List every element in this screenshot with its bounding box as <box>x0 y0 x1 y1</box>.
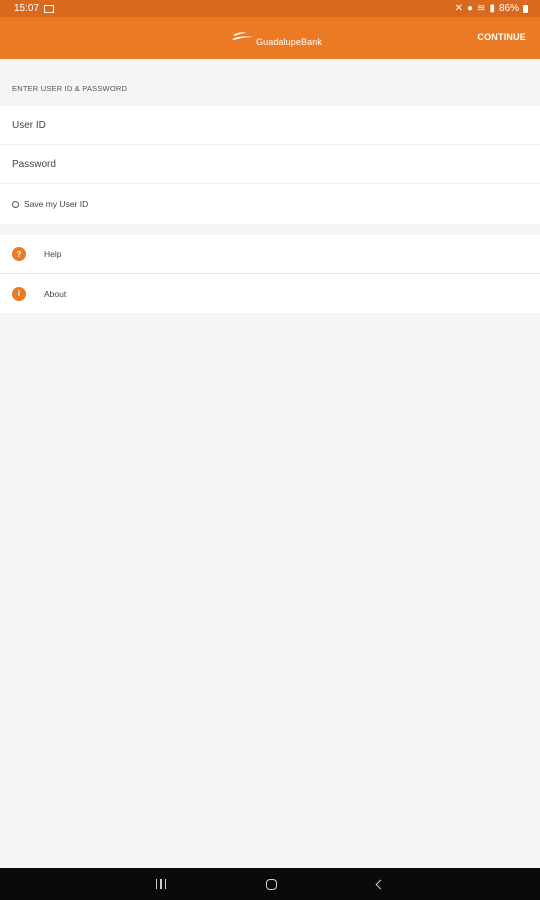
recents-button[interactable] <box>155 879 167 889</box>
system-nav-bar <box>0 868 540 900</box>
image-notification-icon <box>44 4 55 13</box>
login-form: Save my User ID <box>0 106 540 224</box>
menu-item-help[interactable]: ? Help <box>0 235 540 274</box>
wifi-icon: ≋ <box>477 3 486 14</box>
save-user-id-label: Save my User ID <box>24 199 89 209</box>
section-label: ENTER USER ID & PASSWORD <box>12 84 128 93</box>
location-icon: ● <box>467 3 474 14</box>
battery-icon <box>523 4 528 13</box>
home-icon <box>266 878 278 890</box>
battery-percent: 86% <box>498 3 519 14</box>
signal-icon: ▮ <box>489 3 495 14</box>
password-input[interactable] <box>12 158 492 170</box>
back-icon <box>375 879 386 889</box>
logo-swoosh-icon <box>232 32 254 40</box>
menu-item-about[interactable]: i About <box>0 274 540 313</box>
info-icon: i <box>12 286 26 301</box>
password-row <box>0 145 540 184</box>
user-id-input[interactable] <box>12 119 492 131</box>
status-bar: 15:07 ✕ ● ≋ ▮ 86% <box>0 0 540 17</box>
save-user-id-checkbox[interactable] <box>12 200 19 208</box>
back-button[interactable] <box>375 879 386 889</box>
help-icon: ? <box>12 247 26 261</box>
app-header: GuadalupeBank CONTINUE <box>0 17 540 59</box>
bank-logo: GuadalupeBank <box>232 29 322 47</box>
continue-button[interactable]: CONTINUE <box>477 32 526 42</box>
recents-icon <box>155 879 167 889</box>
menu-list: ? Help i About <box>0 235 540 313</box>
status-time: 15:07 <box>14 3 40 14</box>
menu-item-label: About <box>44 288 67 299</box>
mute-icon: ✕ <box>454 3 464 14</box>
save-user-id-row[interactable]: Save my User ID <box>0 184 540 224</box>
user-id-row <box>0 106 540 145</box>
logo-text: GuadalupeBank <box>256 37 322 47</box>
menu-item-label: Help <box>44 249 62 259</box>
home-button[interactable] <box>266 878 278 890</box>
